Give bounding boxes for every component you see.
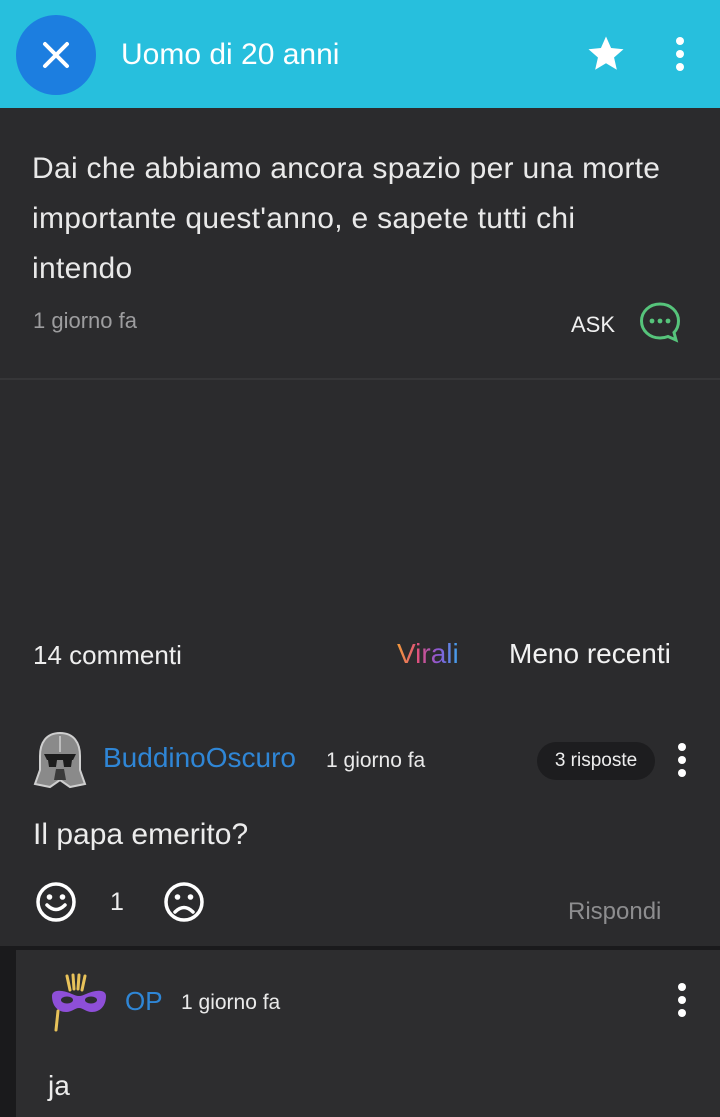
comment-timestamp: 1 giorno fa xyxy=(326,749,426,772)
thread-rail xyxy=(0,950,16,1117)
carnival-mask-avatar-icon[interactable] xyxy=(48,972,110,1034)
tab-meno-recenti[interactable]: Meno recenti xyxy=(509,638,671,670)
reply-body xyxy=(16,950,720,1117)
comment-username[interactable]: BuddinoOscuro xyxy=(103,742,296,774)
post-timestamp: 1 giorno fa xyxy=(33,308,137,333)
upvote-smile-icon[interactable] xyxy=(34,880,78,924)
close-icon xyxy=(43,42,69,68)
more-vertical-icon xyxy=(678,743,686,777)
overflow-menu-button[interactable] xyxy=(664,34,696,74)
chat-bubble-icon[interactable] xyxy=(638,300,682,344)
empty-content-area xyxy=(0,382,720,602)
more-vertical-icon xyxy=(678,983,686,1017)
comment-menu-button[interactable] xyxy=(668,738,696,782)
reply-timestamp: 1 giorno fa xyxy=(181,991,281,1014)
tab-virali[interactable]: Virali xyxy=(397,638,459,670)
reply-text: ja xyxy=(48,1070,70,1101)
comments-header: 14 commenti Virali Meno recenti xyxy=(0,620,720,686)
more-vertical-icon xyxy=(676,37,684,71)
downvote-frown-icon[interactable] xyxy=(162,880,206,924)
favorite-button[interactable] xyxy=(584,32,628,76)
reply-menu-button[interactable] xyxy=(668,978,696,1022)
reply-username[interactable]: OP xyxy=(125,986,163,1017)
replies-count-badge[interactable]: 3 risposte xyxy=(537,742,655,780)
star-icon xyxy=(588,36,624,70)
page-title: Uomo di 20 anni xyxy=(121,38,340,71)
comments-count: 14 commenti xyxy=(33,640,182,670)
post-card: Dai che abbiamo ancora spazio per una mo… xyxy=(0,108,720,380)
post-text: Dai che abbiamo ancora spazio per una mo… xyxy=(32,152,661,285)
reply-item: OP 1 giorno fa ja xyxy=(0,950,720,1117)
top-app-bar: Uomo di 20 anni xyxy=(0,0,720,108)
reply-button[interactable]: Rispondi xyxy=(568,898,661,926)
vote-count: 1 xyxy=(110,888,124,916)
close-button[interactable] xyxy=(16,15,96,95)
darth-vader-avatar-icon[interactable] xyxy=(32,730,88,790)
comment-text: Il papa emerito? xyxy=(33,818,249,851)
ask-button[interactable]: ASK xyxy=(571,312,615,338)
comment-item: BuddinoOscuro 1 giorno fa 3 risposte Il … xyxy=(0,708,720,948)
